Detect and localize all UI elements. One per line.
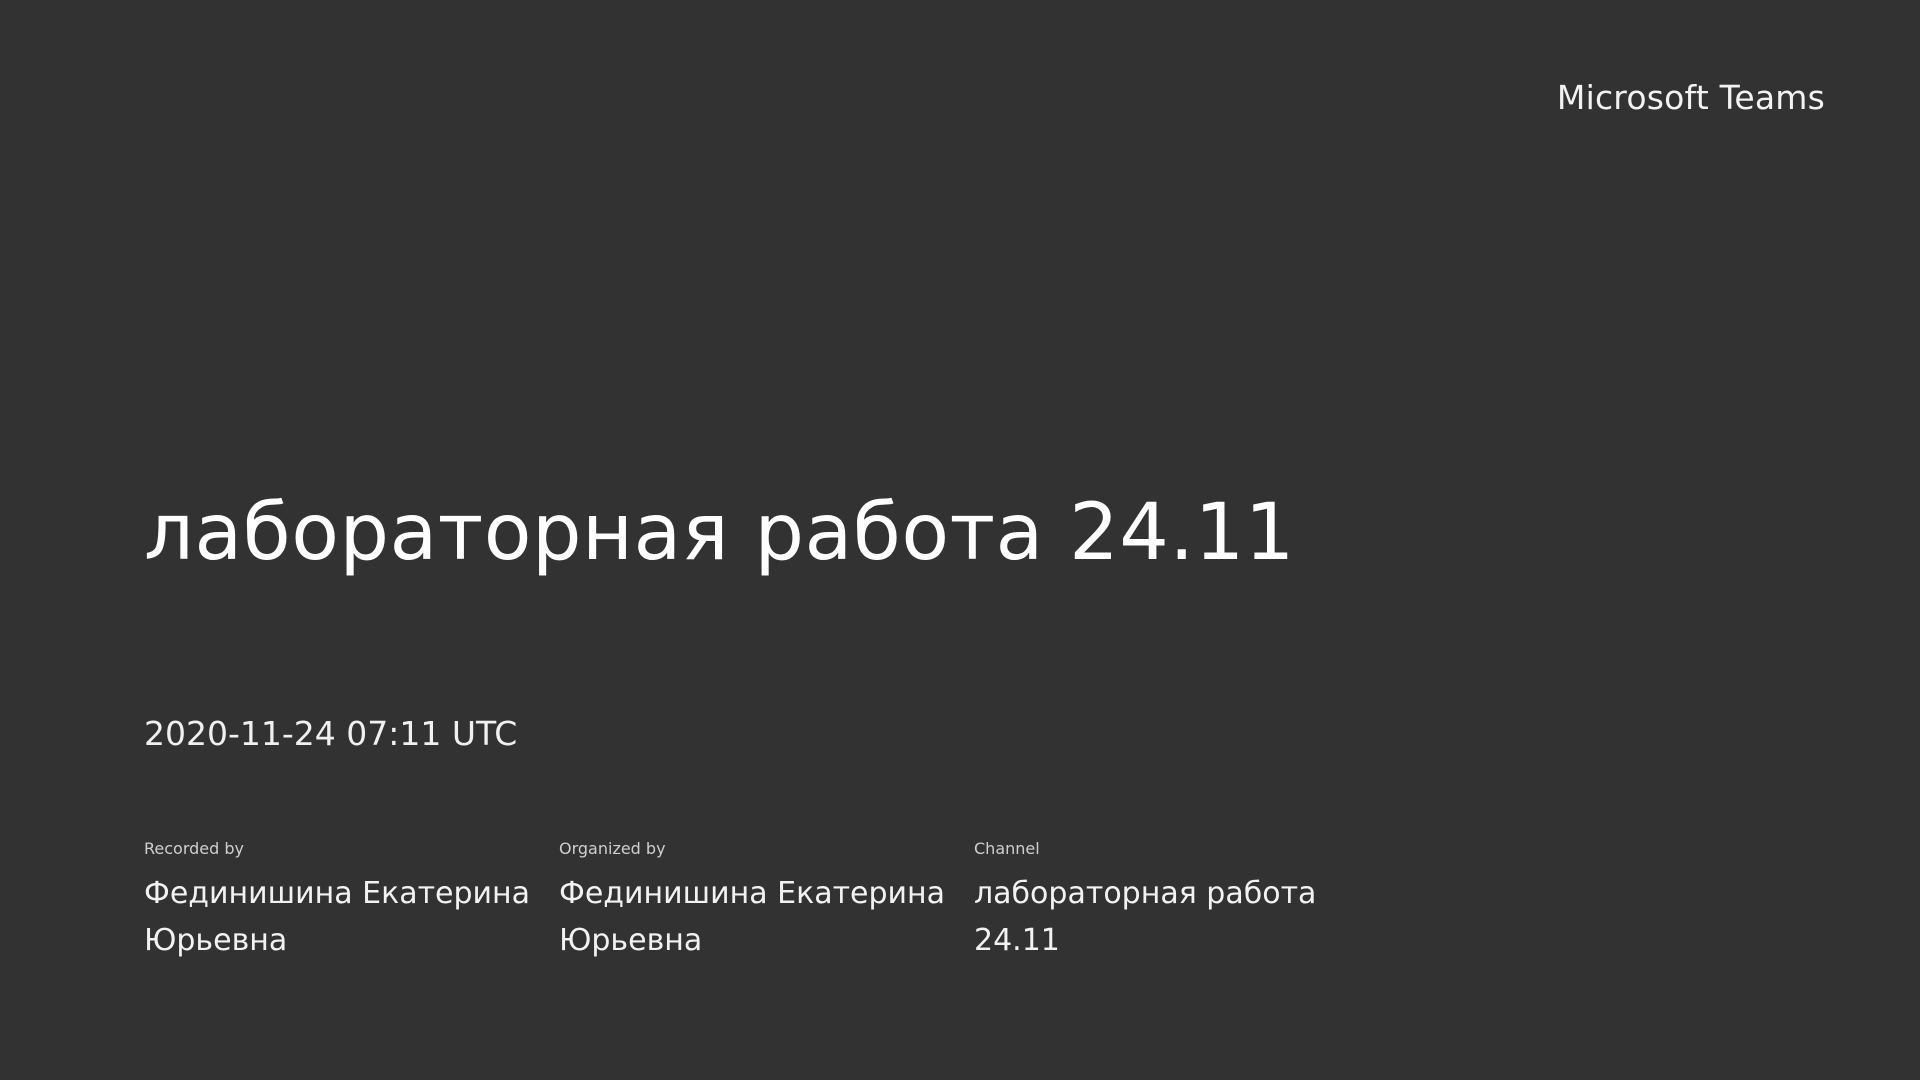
channel-field: Channel лабораторная работа 24.11 — [974, 838, 1389, 964]
organized-by-field: Organized by Фединишина Екатерина Юрьевн… — [559, 838, 974, 964]
recording-title-card: Microsoft Teams лабораторная работа 24.1… — [0, 0, 1920, 1080]
organized-by-value: Фединишина Екатерина Юрьевна — [559, 876, 946, 958]
recorded-by-label: Recorded by — [144, 839, 244, 858]
recorded-by-field: Recorded by Фединишина Екатерина Юрьевна — [144, 838, 559, 964]
brand-name: Microsoft Teams — [1556, 78, 1825, 117]
recording-timestamp: 2020-11-24 07:11 UTC — [144, 714, 518, 753]
channel-value: лабораторная работа 24.11 — [974, 876, 1317, 958]
channel-label: Channel — [974, 839, 1040, 858]
recording-title: лабораторная работа 24.11 — [144, 488, 1295, 578]
recording-details: Recorded by Фединишина Екатерина Юрьевна… — [144, 838, 1389, 964]
organized-by-label: Organized by — [559, 839, 666, 858]
recorded-by-value: Фединишина Екатерина Юрьевна — [144, 876, 531, 958]
